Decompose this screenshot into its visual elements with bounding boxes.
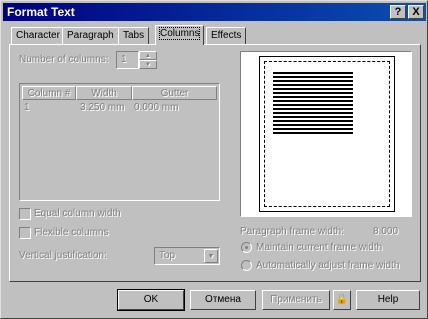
preview-line (273, 104, 353, 106)
preview-line (273, 124, 353, 126)
tab-effects[interactable]: Effects (206, 27, 247, 44)
close-icon[interactable]: X (408, 5, 424, 19)
flexible-columns-checkbox[interactable] (19, 227, 31, 239)
tab-columns[interactable]: Columns (155, 25, 205, 45)
preview-line (273, 132, 353, 134)
preview-frame (264, 61, 390, 207)
vertical-justification-select[interactable]: Top ▼ (154, 247, 220, 265)
vertical-justification-value: Top (159, 250, 176, 261)
maintain-frame-width-label: Maintain current frame width (256, 242, 383, 253)
format-text-dialog: Format Text ? X Character Paragraph Tabs… (0, 0, 428, 319)
ok-button[interactable]: OK (117, 289, 185, 311)
table-header-width: Width (76, 86, 132, 100)
vertical-justification-label: Vertical justification: (19, 250, 107, 261)
flexible-columns-label: Flexible columns (34, 227, 109, 238)
table-cell-gutter: 0.000 mm (134, 102, 179, 113)
preview-line (273, 112, 353, 114)
tab-tabs[interactable]: Tabs (118, 27, 150, 44)
columns-table[interactable]: Column # Width Gutter 1 3.250 mm 0.000 m… (19, 83, 220, 201)
tab-character[interactable]: Character (11, 27, 65, 44)
apply-button[interactable]: Применить (262, 290, 330, 310)
window-title: Format Text (7, 5, 75, 19)
preview-line (273, 116, 353, 118)
table-header-column: Column # (22, 86, 76, 100)
auto-adjust-frame-width-radio[interactable] (241, 260, 252, 271)
table-header-gutter: Gutter (132, 86, 217, 100)
cancel-button[interactable]: Отмена (190, 290, 256, 310)
preview-page (259, 56, 395, 212)
preview-line (273, 80, 353, 82)
preview-line (273, 76, 353, 78)
preview-line (273, 128, 353, 130)
preview-line (273, 84, 353, 86)
auto-adjust-frame-width-label: Automatically adjust frame width (256, 260, 400, 271)
paragraph-frame-width-label: Paragraph frame width: (240, 226, 344, 237)
chevron-down-icon[interactable]: ▼ (204, 249, 218, 263)
spin-down-icon[interactable]: ▼ (139, 60, 157, 69)
paragraph-frame-width-value: 8.000 (373, 226, 399, 237)
preview-line (273, 88, 353, 90)
number-of-columns-label: Number of columns: (19, 54, 109, 65)
preview-line (273, 108, 353, 110)
lock-icon[interactable]: 🔒 (333, 290, 351, 310)
equal-column-width-checkbox[interactable] (19, 208, 31, 220)
maintain-frame-width-radio[interactable] (241, 242, 252, 253)
title-bar[interactable]: Format Text ? X (3, 3, 426, 21)
table-cell-column: 1 (24, 102, 30, 113)
preview-line (273, 72, 353, 74)
number-of-columns-stepper[interactable]: ▲ ▼ (139, 51, 157, 69)
help-button[interactable]: Help (356, 290, 420, 310)
spin-up-icon[interactable]: ▲ (139, 51, 157, 60)
tab-paragraph[interactable]: Paragraph (62, 27, 119, 44)
preview-line (273, 100, 353, 102)
preview-line (273, 92, 353, 94)
help-icon[interactable]: ? (390, 5, 406, 19)
number-of-columns-input[interactable]: 1 (116, 51, 139, 69)
preview-line (273, 96, 353, 98)
column-preview (240, 51, 412, 217)
table-cell-width: 3.250 mm (80, 102, 125, 113)
preview-line (273, 120, 353, 122)
equal-column-width-label: Equal column width (34, 208, 121, 219)
